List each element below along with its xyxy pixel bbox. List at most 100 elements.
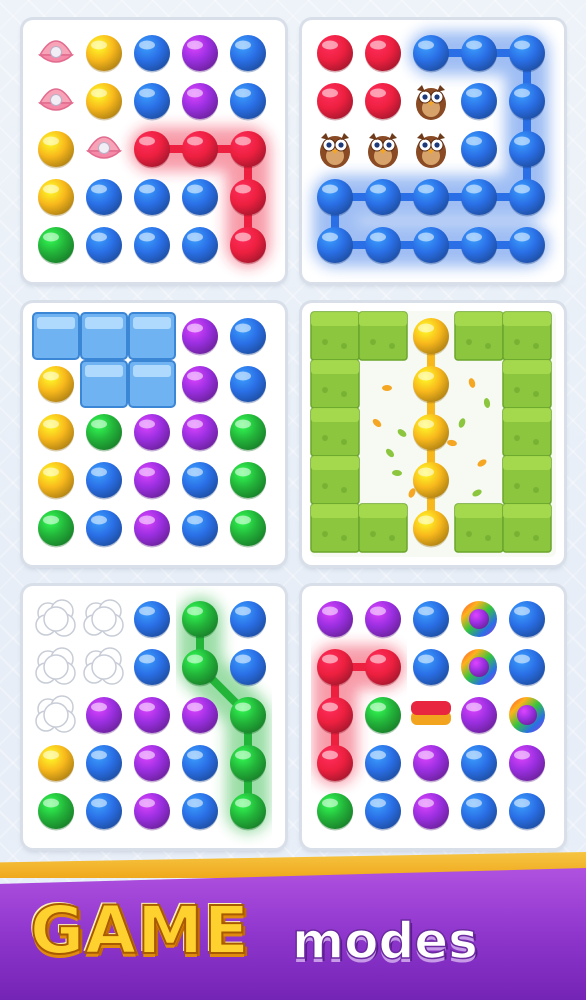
green-dot[interactable] [230, 697, 266, 735]
blue-dot[interactable] [182, 227, 218, 265]
blue-dot[interactable] [182, 745, 218, 783]
purple-dot[interactable] [509, 745, 545, 783]
yellow-dot[interactable] [38, 414, 74, 452]
blue-dot[interactable] [365, 745, 401, 783]
yellow-dot[interactable] [413, 462, 449, 500]
purple-dot[interactable] [182, 414, 218, 452]
yellow-dot[interactable] [86, 35, 122, 73]
blue-dot[interactable] [182, 179, 218, 217]
hedge-block-icon[interactable] [310, 311, 360, 361]
cloud-icon[interactable] [35, 599, 76, 637]
green-dot[interactable] [230, 793, 266, 831]
blue-dot[interactable] [86, 227, 122, 265]
green-dot[interactable] [317, 793, 353, 831]
blue-dot[interactable] [509, 83, 545, 121]
purple-dot[interactable] [182, 366, 218, 404]
purple-dot[interactable] [134, 745, 170, 783]
yellow-dot[interactable] [38, 745, 74, 783]
blue-dot[interactable] [86, 510, 122, 548]
red-dot[interactable] [317, 697, 353, 735]
blue-dot[interactable] [509, 131, 545, 169]
game-mode-panel-cloud[interactable] [23, 586, 285, 848]
ice-block-icon[interactable] [32, 312, 80, 360]
purple-dot[interactable] [134, 510, 170, 548]
red-dot[interactable] [182, 131, 218, 169]
blue-dot[interactable] [413, 227, 449, 265]
purple-dot[interactable] [86, 697, 122, 735]
blue-dot[interactable] [365, 227, 401, 265]
purple-dot[interactable] [134, 793, 170, 831]
blue-dot[interactable] [230, 366, 266, 404]
blue-dot[interactable] [413, 649, 449, 687]
blue-dot[interactable] [134, 601, 170, 639]
blue-dot[interactable] [509, 601, 545, 639]
cloud-icon[interactable] [35, 695, 76, 733]
red-dot[interactable] [317, 35, 353, 73]
blue-dot[interactable] [182, 510, 218, 548]
purple-dot[interactable] [134, 462, 170, 500]
green-dot[interactable] [182, 601, 218, 639]
cloud-icon[interactable] [35, 647, 76, 685]
blue-dot[interactable] [461, 35, 497, 73]
pearl-shell-icon[interactable] [86, 136, 122, 159]
blue-dot[interactable] [230, 35, 266, 73]
green-dot[interactable] [230, 510, 266, 548]
green-dot[interactable] [230, 414, 266, 452]
green-dot[interactable] [182, 649, 218, 687]
blue-dot[interactable] [317, 179, 353, 217]
blue-dot[interactable] [134, 83, 170, 121]
hedge-block-icon[interactable] [502, 503, 552, 553]
game-mode-panel-pearl[interactable] [23, 20, 285, 282]
rainbow-dot[interactable] [461, 601, 497, 637]
yellow-dot[interactable] [413, 318, 449, 356]
purple-dot[interactable] [461, 697, 497, 735]
green-dot[interactable] [38, 227, 74, 265]
blue-dot[interactable] [86, 179, 122, 217]
ice-block-icon[interactable] [128, 360, 176, 408]
yellow-dot[interactable] [413, 366, 449, 404]
blue-dot[interactable] [509, 649, 545, 687]
game-mode-panel-ice[interactable] [23, 303, 285, 565]
hedge-block-icon[interactable] [502, 359, 552, 409]
hedge-block-icon[interactable] [310, 503, 360, 553]
blue-dot[interactable] [86, 745, 122, 783]
blue-dot[interactable] [509, 35, 545, 73]
purple-dot[interactable] [134, 697, 170, 735]
red-dot[interactable] [317, 745, 353, 783]
red-dot[interactable] [230, 131, 266, 169]
red-dot[interactable] [134, 131, 170, 169]
purple-dot[interactable] [134, 414, 170, 452]
yellow-dot[interactable] [413, 414, 449, 452]
green-dot[interactable] [86, 414, 122, 452]
blue-dot[interactable] [86, 793, 122, 831]
game-mode-panel-owl[interactable] [302, 20, 564, 282]
yellow-dot[interactable] [413, 510, 449, 548]
hedge-block-icon[interactable] [454, 311, 504, 361]
blue-dot[interactable] [134, 649, 170, 687]
blue-dot[interactable] [509, 227, 545, 265]
yellow-dot[interactable] [38, 366, 74, 404]
purple-dot[interactable] [182, 318, 218, 356]
blue-dot[interactable] [461, 131, 497, 169]
hedge-block-icon[interactable] [310, 455, 360, 505]
green-dot[interactable] [230, 745, 266, 783]
purple-dot[interactable] [365, 601, 401, 639]
green-dot[interactable] [38, 510, 74, 548]
hedge-block-icon[interactable] [358, 311, 408, 361]
yellow-dot[interactable] [38, 131, 74, 169]
yellow-dot[interactable] [86, 83, 122, 121]
blue-dot[interactable] [413, 35, 449, 73]
ice-block-icon[interactable] [80, 360, 128, 408]
owl-icon[interactable] [368, 133, 398, 168]
hedge-block-icon[interactable] [454, 503, 504, 553]
purple-dot[interactable] [413, 793, 449, 831]
blue-dot[interactable] [413, 601, 449, 639]
red-dot[interactable] [365, 649, 401, 687]
rainbow-dot[interactable] [461, 649, 497, 685]
purple-dot[interactable] [182, 697, 218, 735]
hedge-block-icon[interactable] [310, 407, 360, 457]
green-dot[interactable] [365, 697, 401, 735]
hedge-block-icon[interactable] [502, 407, 552, 457]
blue-dot[interactable] [509, 793, 545, 831]
owl-icon[interactable] [320, 133, 350, 168]
